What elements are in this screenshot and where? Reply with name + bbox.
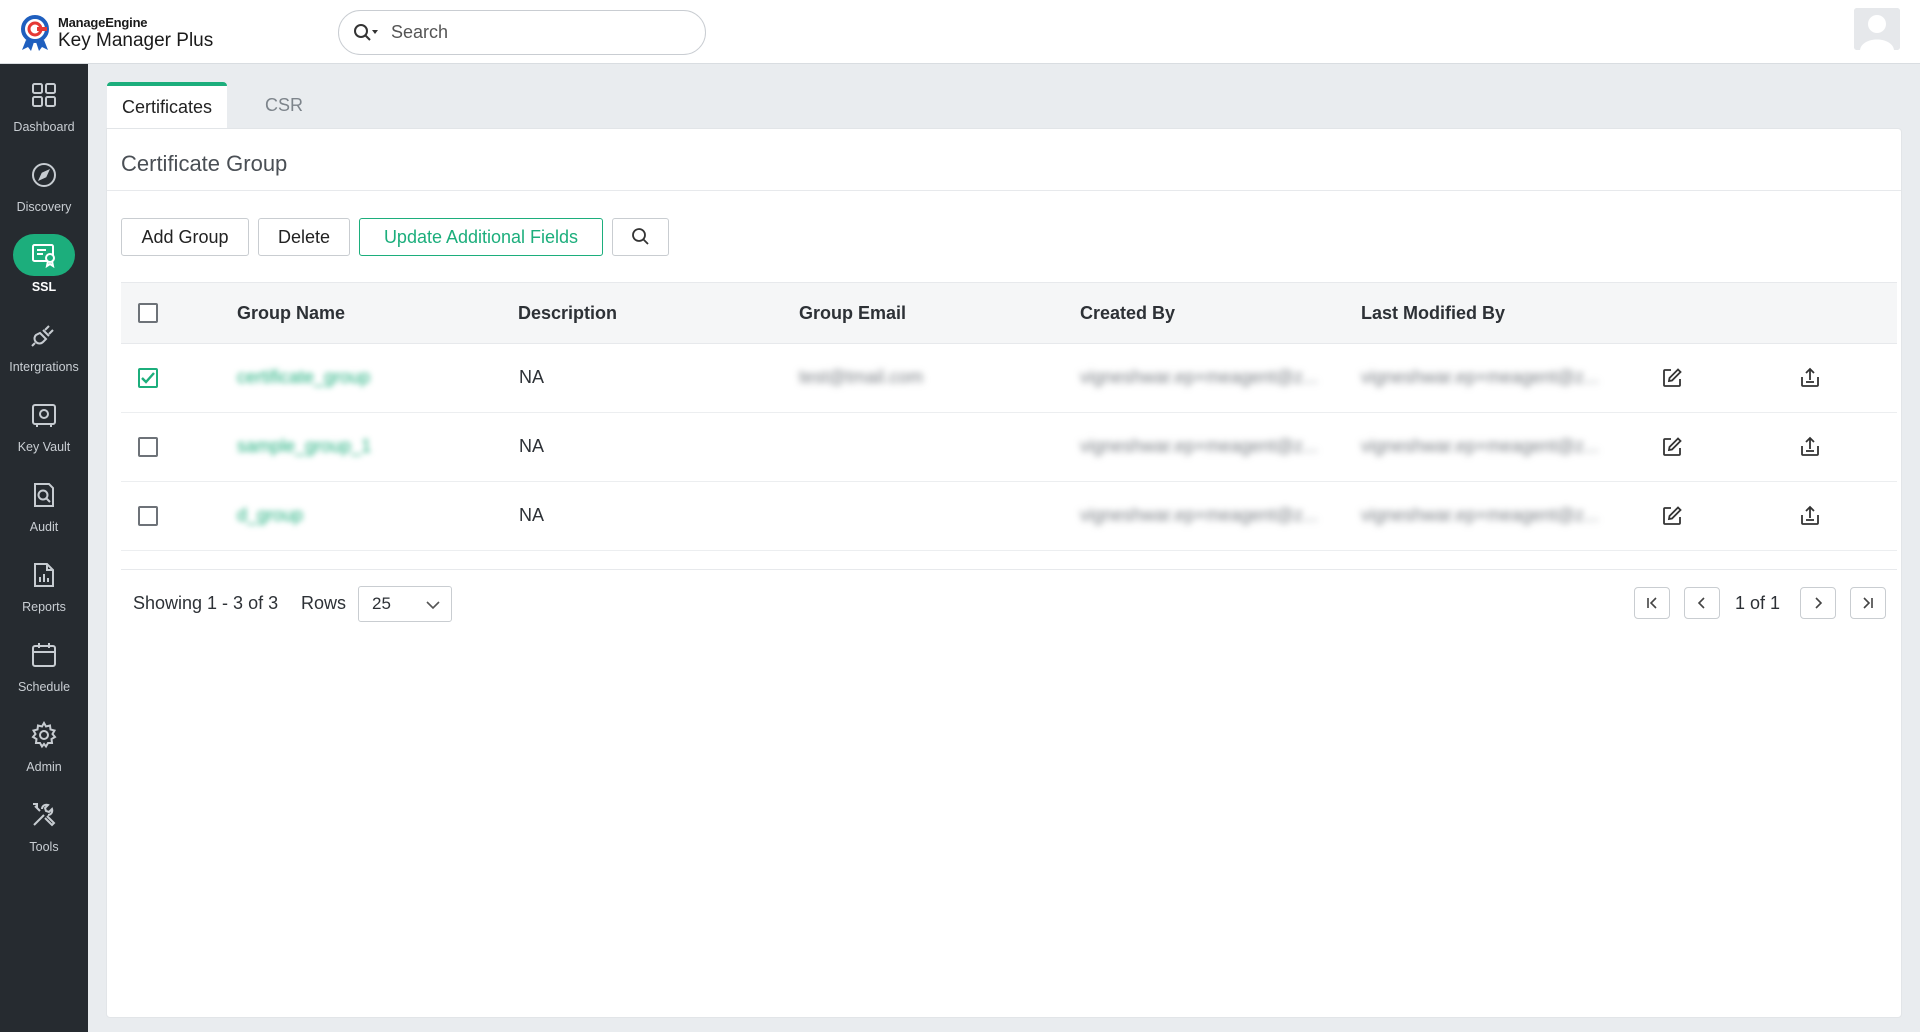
last-page-icon [1863,597,1873,609]
row-checkbox[interactable] [138,368,158,388]
group-description: NA [519,436,545,456]
plug-icon [13,314,75,356]
export-icon[interactable] [1796,433,1824,461]
edit-icon[interactable] [1658,433,1686,461]
column-header-group-email[interactable]: Group Email [799,303,906,324]
divider [121,569,1897,570]
add-group-button[interactable]: Add Group [121,218,249,256]
divider [107,190,1901,191]
first-page-icon [1647,597,1657,609]
sidebar-item-integrations[interactable]: Intergrations [0,314,88,390]
search-icon [631,228,649,245]
top-bar: ManageEngine Key Manager Plus [0,0,1920,64]
sidebar-item-admin[interactable]: Admin [0,714,88,790]
certificate-group-panel: Certificate Group Add Group Delete Updat… [106,128,1902,1018]
export-icon[interactable] [1796,502,1824,530]
created-by: vigneshwar.ep+meagent@z... [1080,436,1318,456]
group-email: test@tmail.com [799,367,924,387]
checkmark-icon [141,372,155,384]
column-header-last-modified-by[interactable]: Last Modified By [1361,303,1505,324]
group-description: NA [519,367,545,387]
vault-icon [13,394,75,436]
calendar-icon [13,634,75,676]
tools-icon [13,794,75,836]
created-by: vigneshwar.ep+meagent@z... [1080,505,1318,525]
key-manager-logo-icon [21,15,49,51]
sidebar-item-tools[interactable]: Tools [0,794,88,870]
vendor-name: ManageEngine [58,15,148,30]
compass-icon [13,154,75,196]
sidebar-item-label: Key Vault [17,440,71,454]
group-name-link[interactable]: d_group [237,505,303,526]
search-input[interactable] [391,22,691,43]
column-header-description[interactable]: Description [518,303,617,324]
certificate-icon [13,234,75,276]
sidebar-item-label: Intergrations [9,360,79,374]
sidebar-item-reports[interactable]: Reports [0,554,88,630]
sidebar-item-dashboard[interactable]: Dashboard [0,74,88,150]
last-page-button[interactable] [1850,587,1886,619]
user-avatar[interactable] [1854,8,1900,50]
sidebar-nav: Dashboard Discovery SSL Intergrations Ke… [0,64,88,1032]
page-indicator: 1 of 1 [1735,593,1781,613]
app-logo[interactable]: ManageEngine Key Manager Plus [18,14,213,52]
page-title: Certificate Group [121,151,288,176]
tab-csr[interactable]: CSR [242,82,326,128]
chevron-down-icon [426,601,440,610]
sidebar-item-label: Dashboard [13,120,75,134]
export-icon[interactable] [1796,364,1824,392]
sidebar-item-audit[interactable]: Audit [0,474,88,550]
rows-per-page-value: 25 [372,594,391,613]
report-icon [13,554,75,596]
group-description: NA [519,505,545,525]
chevron-right-icon [1815,597,1823,609]
tab-certificates[interactable]: Certificates [107,82,227,128]
product-name: Key Manager Plus [58,30,214,51]
column-header-group-name[interactable]: Group Name [237,303,345,324]
group-name-link[interactable]: sample_group_1 [237,436,371,457]
sidebar-item-label: Admin [26,760,62,774]
sidebar-item-schedule[interactable]: Schedule [0,634,88,710]
first-page-button[interactable] [1634,587,1670,619]
audit-icon [13,474,75,516]
select-all-checkbox[interactable] [138,303,158,323]
sidebar-item-label: Audit [29,520,59,534]
row-checkbox[interactable] [138,437,158,457]
search-icon[interactable] [353,22,383,44]
last-modified-by: vigneshwar.ep+meagent@z... [1361,367,1599,387]
rows-label: Rows [301,593,347,613]
sidebar-item-label: SSL [31,280,57,294]
column-header-created-by[interactable]: Created By [1080,303,1175,324]
gear-icon [13,714,75,756]
delete-button[interactable]: Delete [258,218,350,256]
sidebar-item-label: Schedule [17,680,71,694]
edit-icon[interactable] [1658,364,1686,392]
sidebar-item-ssl[interactable]: SSL [0,234,88,310]
sidebar-item-label: Discovery [16,200,72,214]
update-additional-fields-button[interactable]: Update Additional Fields [359,218,603,256]
global-search[interactable] [338,10,706,55]
previous-page-button[interactable] [1684,587,1720,619]
user-icon [1854,8,1900,50]
group-name-link[interactable]: certificate_group [237,367,370,388]
sidebar-item-key-vault[interactable]: Key Vault [0,394,88,470]
sidebar-item-discovery[interactable]: Discovery [0,154,88,230]
dashboard-icon [13,74,75,116]
last-modified-by: vigneshwar.ep+meagent@z... [1361,436,1599,456]
table-header: Group Name Description Group Email Creat… [121,282,1897,344]
rows-per-page-select[interactable]: 25 [358,586,452,622]
table-row: d_group NA vigneshwar.ep+meagent@z... vi… [121,482,1897,551]
chevron-left-icon [1697,597,1705,609]
sidebar-item-label: Reports [22,600,66,614]
created-by: vigneshwar.ep+meagent@z... [1080,367,1318,387]
table-row: sample_group_1 NA vigneshwar.ep+meagent@… [121,413,1897,482]
last-modified-by: vigneshwar.ep+meagent@z... [1361,505,1599,525]
next-page-button[interactable] [1800,587,1836,619]
table-search-button[interactable] [612,218,669,256]
table-row: certificate_group NA test@tmail.com vign… [121,344,1897,413]
row-checkbox[interactable] [138,506,158,526]
edit-icon[interactable] [1658,502,1686,530]
record-count: Showing 1 - 3 of 3 [133,593,279,613]
sidebar-item-label: Tools [29,840,59,854]
